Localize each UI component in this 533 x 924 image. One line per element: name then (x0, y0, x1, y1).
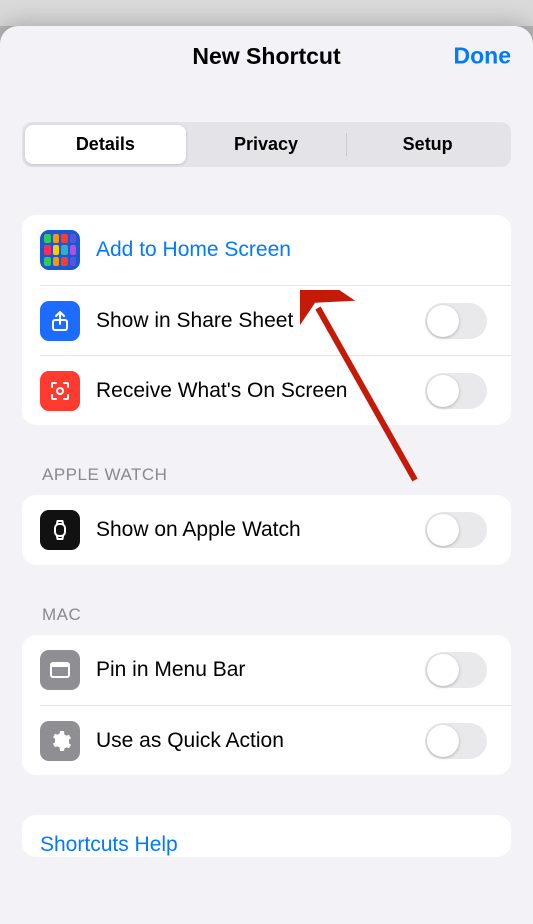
row-label: Show on Apple Watch (96, 518, 425, 542)
row-label: Add to Home Screen (96, 238, 493, 262)
row-add-to-home-screen[interactable]: Add to Home Screen (22, 215, 511, 285)
row-receive-whats-on-screen[interactable]: Receive What's On Screen (40, 355, 511, 425)
tab-privacy[interactable]: Privacy (186, 125, 347, 164)
card-help: Shortcuts Help (22, 815, 511, 857)
toggle-pin-menu-bar[interactable] (425, 652, 487, 688)
home-screen-icon (40, 230, 80, 270)
apple-watch-icon (40, 510, 80, 550)
share-icon (40, 301, 80, 341)
row-label: Use as Quick Action (96, 729, 425, 753)
toggle-quick-action[interactable] (425, 723, 487, 759)
sheet-content: Details Privacy Setup Add to Home Screen (0, 122, 533, 857)
settings-sheet: New Shortcut Done Details Privacy Setup … (0, 26, 533, 924)
done-button[interactable]: Done (454, 43, 512, 70)
tab-setup[interactable]: Setup (347, 125, 508, 164)
toggle-share-sheet[interactable] (425, 303, 487, 339)
row-show-on-apple-watch[interactable]: Show on Apple Watch (22, 495, 511, 565)
section-header-mac: MAC (22, 605, 511, 625)
shortcuts-help-link[interactable]: Shortcuts Help (40, 833, 493, 857)
group-main: Add to Home Screen Show in Share Sheet (22, 215, 511, 425)
gear-icon (40, 721, 80, 761)
row-label: Receive What's On Screen (96, 379, 425, 403)
row-use-as-quick-action[interactable]: Use as Quick Action (40, 705, 511, 775)
segmented-control: Details Privacy Setup (22, 122, 511, 167)
row-label: Show in Share Sheet (96, 309, 425, 333)
toggle-apple-watch[interactable] (425, 512, 487, 548)
menu-bar-icon (40, 650, 80, 690)
card-mac: Pin in Menu Bar Use as Quick Action (22, 635, 511, 775)
row-pin-in-menu-bar[interactable]: Pin in Menu Bar (22, 635, 511, 705)
nav-bar: New Shortcut Done (0, 26, 533, 86)
row-show-in-share-sheet[interactable]: Show in Share Sheet (40, 285, 511, 355)
row-label: Pin in Menu Bar (96, 658, 425, 682)
tab-details[interactable]: Details (25, 125, 186, 164)
section-header-apple-watch: APPLE WATCH (22, 465, 511, 485)
page-title: New Shortcut (192, 43, 340, 70)
card-main: Add to Home Screen Show in Share Sheet (22, 215, 511, 425)
background-dimmer (0, 0, 533, 26)
screen-capture-icon (40, 371, 80, 411)
toggle-receive-screen[interactable] (425, 373, 487, 409)
card-apple-watch: Show on Apple Watch (22, 495, 511, 565)
